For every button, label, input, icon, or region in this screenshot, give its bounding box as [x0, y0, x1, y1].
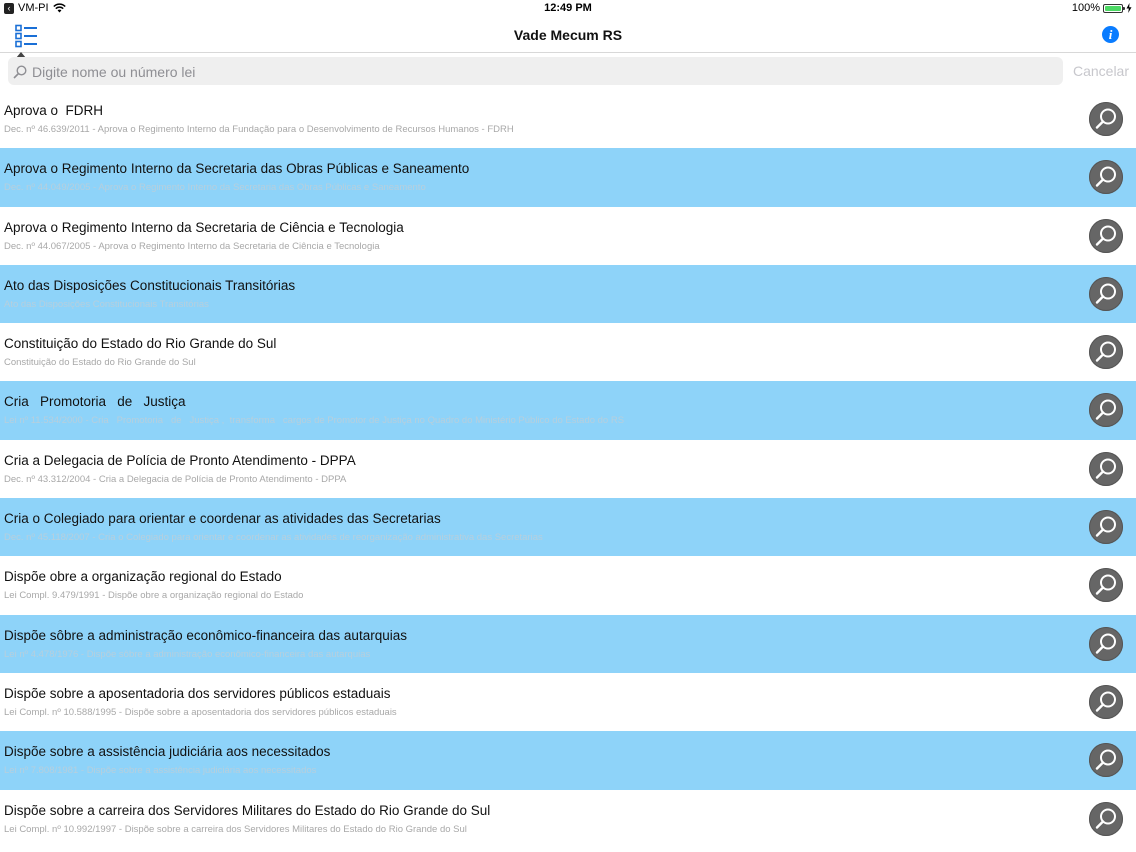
list-item[interactable]: Ato das Disposições Constitucionais Tran…: [0, 264, 1136, 324]
view-law-button[interactable]: [1089, 393, 1123, 428]
list-item-title: Dispõe sôbre a administração econômico-f…: [4, 627, 407, 643]
magnifier-icon: [1095, 633, 1116, 654]
cancel-button[interactable]: Cancelar: [1073, 63, 1129, 79]
list-item[interactable]: Aprova o Regimento Interno da Secretaria…: [0, 207, 1136, 265]
list-item[interactable]: Constituição do Estado do Rio Grande do …: [0, 323, 1136, 381]
list-item[interactable]: Dispõe sobre a aposentadoria dos servido…: [0, 673, 1136, 731]
view-law-button[interactable]: [1089, 510, 1123, 545]
list-item-title: Ato das Disposições Constitucionais Tran…: [4, 277, 296, 293]
list-item-title: Dispõe sobre a carreira dos Servidores M…: [4, 802, 491, 818]
law-list: Aprova o FDRH Dec. nº 46.639/2011 - Aprov…: [0, 90, 1136, 848]
list-item-title: Aprova o Regimento Interno da Secretaria…: [4, 219, 404, 235]
list-item[interactable]: Aprova o FDRH Dec. nº 46.639/2011 - Aprov…: [0, 90, 1136, 148]
list-item[interactable]: Dispõe sôbre a administração econômico-f…: [0, 614, 1136, 673]
magnifier-icon: [1095, 458, 1116, 479]
view-law-button[interactable]: [1089, 568, 1123, 603]
view-law-button[interactable]: [1089, 684, 1123, 719]
view-law-button[interactable]: [1089, 218, 1123, 253]
magnifier-icon: [1095, 283, 1116, 304]
list-item-subtitle: Lei Compl. 9.479/1991 - Dispõe obre a or…: [4, 590, 304, 602]
navigation-bar: Vade Mecum RS i: [0, 17, 1136, 53]
magnifier-icon: [1095, 749, 1116, 770]
list-item-subtitle: Lei nº 11.534/2000 - Cria Promotoria de …: [4, 415, 625, 427]
page-title: Vade Mecum RS: [513, 27, 623, 43]
magnifier-icon: [1095, 166, 1116, 187]
list-item-subtitle: Constituição do Estado do Rio Grande do …: [4, 357, 196, 369]
list-item-title: Aprova o Regimento Interno da Secretaria…: [4, 161, 470, 177]
charging-bolt-icon: [1126, 3, 1132, 13]
magnifier-icon: [1095, 691, 1116, 712]
view-law-button[interactable]: [1089, 626, 1123, 661]
magnifier-icon: [1095, 574, 1116, 596]
magnifier-icon: [1095, 108, 1116, 129]
view-law-button[interactable]: [1089, 160, 1123, 195]
list-item-subtitle: Dec. nº 45.118/2007 - Cria o Colegiado p…: [4, 532, 543, 544]
list-item-title: Dispõe sobre a aposentadoria dos servido…: [4, 685, 391, 701]
list-item[interactable]: Dispõe sobre a assistência judiciária ao…: [0, 731, 1136, 790]
list-item[interactable]: Aprova o Regimento Interno da Secretaria…: [0, 148, 1136, 207]
magnifier-icon: [1095, 399, 1116, 421]
list-item-subtitle: Dec. nº 44.067/2005 - Aprova o Regimento…: [4, 240, 380, 252]
status-time: 12:49 PM: [544, 2, 592, 14]
view-law-button[interactable]: [1089, 276, 1123, 311]
magnifier-icon: [1095, 225, 1116, 246]
list-item-subtitle: Dec. nº 46.639/2011 - Aprova o Regimento…: [4, 124, 514, 135]
list-item[interactable]: Dispõe sobre a carreira dos Servidores M…: [0, 790, 1136, 848]
list-item[interactable]: Dispõe obre a organização regional do Es…: [0, 556, 1136, 614]
view-law-button[interactable]: [1089, 335, 1123, 370]
view-law-button[interactable]: [1089, 102, 1123, 136]
list-item-title: Cria Promotoria de Justiça: [4, 394, 186, 410]
list-item-subtitle: Lei nº 4.478/1976 - Dispõe sôbre a admin…: [4, 648, 371, 660]
list-item[interactable]: Cria a Delegacia de Polícia de Pronto At…: [0, 440, 1136, 498]
list-item[interactable]: Cria Promotoria de Justiça Lei nº 11.534/…: [0, 381, 1136, 440]
battery-icon: [1103, 3, 1125, 13]
list-item-subtitle: Dec. nº 43.312/2004 - Cria a Delegacia d…: [4, 473, 347, 485]
search-input[interactable]: [30, 57, 1054, 87]
info-icon[interactable]: i: [1102, 26, 1119, 43]
battery-percent: 100%: [1071, 2, 1100, 14]
list-item-subtitle: Lei nº 7.808/1981 - Dispõe sobre a assis…: [4, 765, 317, 777]
magnifier-icon: [1095, 808, 1116, 829]
list-item-subtitle: Ato das Disposições Constitucionais Tran…: [4, 298, 209, 310]
battery-fill: [1105, 5, 1121, 11]
list-item-title: Constituição do Estado do Rio Grande do …: [4, 336, 277, 352]
status-right: 100%: [1072, 2, 1132, 14]
view-law-button[interactable]: [1089, 743, 1123, 778]
status-bar: ‹ VM-PI 12:49 PM 100%: [0, 0, 1136, 17]
list-item-subtitle: Dec. nº 44.049/2005 - Aprova o Regimento…: [4, 182, 426, 194]
list-item-subtitle: Lei Compl. nº 10.992/1997 - Dispõe sobre…: [4, 823, 467, 835]
list-item[interactable]: Cria o Colegiado para orientar e coorden…: [0, 498, 1136, 557]
view-law-button[interactable]: [1089, 801, 1123, 836]
list-item-title: Cria a Delegacia de Polícia de Pronto At…: [4, 452, 356, 468]
view-law-button[interactable]: [1089, 451, 1123, 486]
search-icon: [13, 65, 27, 79]
list-item-title: Dispõe obre a organização regional do Es…: [4, 569, 282, 585]
magnifier-icon: [1095, 341, 1116, 362]
list-item-title: Aprova o FDRH: [4, 103, 104, 118]
list-item-title: Dispõe sobre a assistência judiciária ao…: [4, 744, 331, 760]
list-item-subtitle: Lei Compl. nº 10.588/1995 - Dispõe sobre…: [4, 706, 397, 718]
magnifier-icon: [1095, 516, 1116, 537]
search-bar: [8, 57, 1063, 87]
list-item-title: Cria o Colegiado para orientar e coorden…: [4, 511, 441, 527]
